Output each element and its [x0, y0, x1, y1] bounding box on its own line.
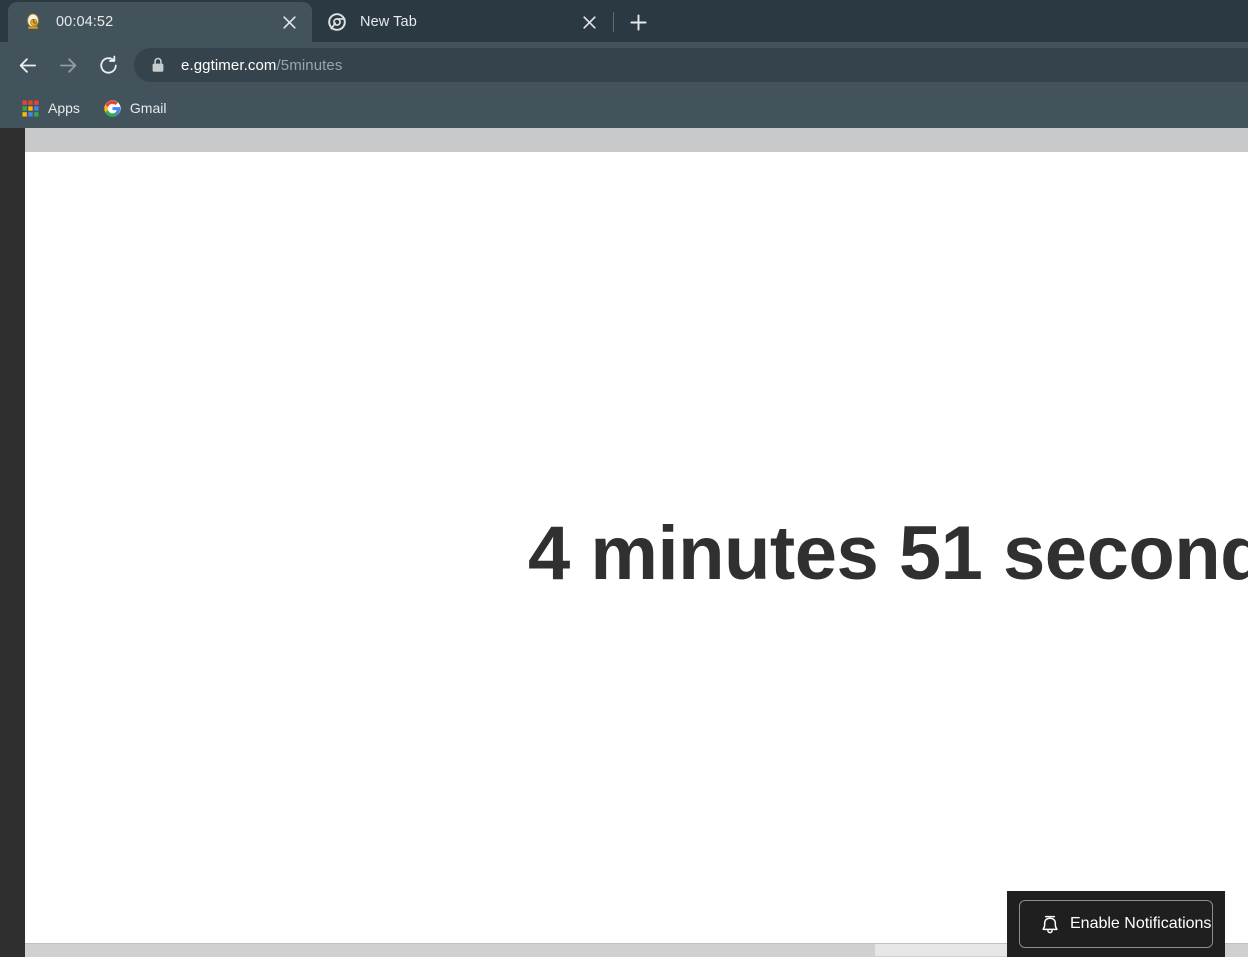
arrow-right-icon: [59, 57, 76, 73]
bookmark-apps[interactable]: Apps: [14, 94, 88, 122]
bookmark-gmail[interactable]: Gmail: [96, 94, 175, 122]
countdown-text: 4 minutes 51 seconds: [528, 511, 1248, 596]
forward-button[interactable]: [53, 50, 83, 80]
bookmark-label-apps: Apps: [48, 100, 80, 116]
tab-title-new-tab: New Tab: [360, 14, 417, 30]
enable-notifications-panel[interactable]: Enable Notifications: [1007, 891, 1225, 957]
egg-timer-icon: [27, 13, 39, 30]
back-button[interactable]: [12, 50, 42, 80]
gmail-g-icon: [104, 99, 121, 117]
reload-icon: [99, 55, 117, 74]
chrome-logo-icon: [328, 13, 346, 31]
tab-divider: [613, 12, 614, 32]
tab-timer[interactable]: 00:04:52: [8, 2, 312, 42]
page-top-band: [25, 128, 1248, 152]
close-icon: [582, 15, 596, 29]
timer-page-content: 4 minutes 51 seconds: [25, 152, 1248, 943]
browser-toolbar: e.ggtimer.com/5minutes: [0, 42, 1248, 88]
enable-notifications-label: Enable Notifications: [1070, 915, 1212, 932]
tab-close-icon-2[interactable]: [576, 9, 602, 35]
tab-title-timer: 00:04:52: [56, 14, 114, 30]
address-bar[interactable]: e.ggtimer.com/5minutes: [134, 48, 1248, 82]
arrow-left-icon: [19, 57, 36, 73]
tab-close-icon[interactable]: [276, 9, 302, 35]
lock-icon: [152, 57, 164, 72]
url-path: /5minutes: [276, 56, 343, 74]
tab-new-tab[interactable]: New Tab: [312, 2, 612, 42]
bookmark-label-gmail: Gmail: [129, 100, 167, 116]
apps-grid-icon: [22, 99, 39, 117]
bell-icon: [1042, 915, 1058, 934]
address-bar-url: e.ggtimer.com/5minutes: [181, 57, 342, 74]
close-icon: [282, 15, 296, 29]
browser-chrome: 00:04:52 New Tab e.ggtimer.com/5minutes …: [0, 0, 1248, 128]
tab-strip: 00:04:52 New Tab: [0, 0, 1248, 42]
scrollbar-corner: [0, 943, 25, 957]
new-tab-button[interactable]: [624, 8, 652, 36]
url-host: e.ggtimer.com: [181, 56, 277, 74]
page-viewport: 4 minutes 51 seconds: [0, 128, 1248, 957]
bookmarks-bar: Apps Gmail: [0, 88, 1248, 128]
plus-icon: [629, 13, 647, 31]
left-dark-rail: [0, 128, 25, 957]
enable-notifications-button[interactable]: Enable Notifications: [1019, 900, 1213, 948]
reload-button[interactable]: [93, 50, 123, 80]
browser-window: 00:04:52 New Tab e.ggtimer.com/5minutes …: [0, 0, 1248, 957]
